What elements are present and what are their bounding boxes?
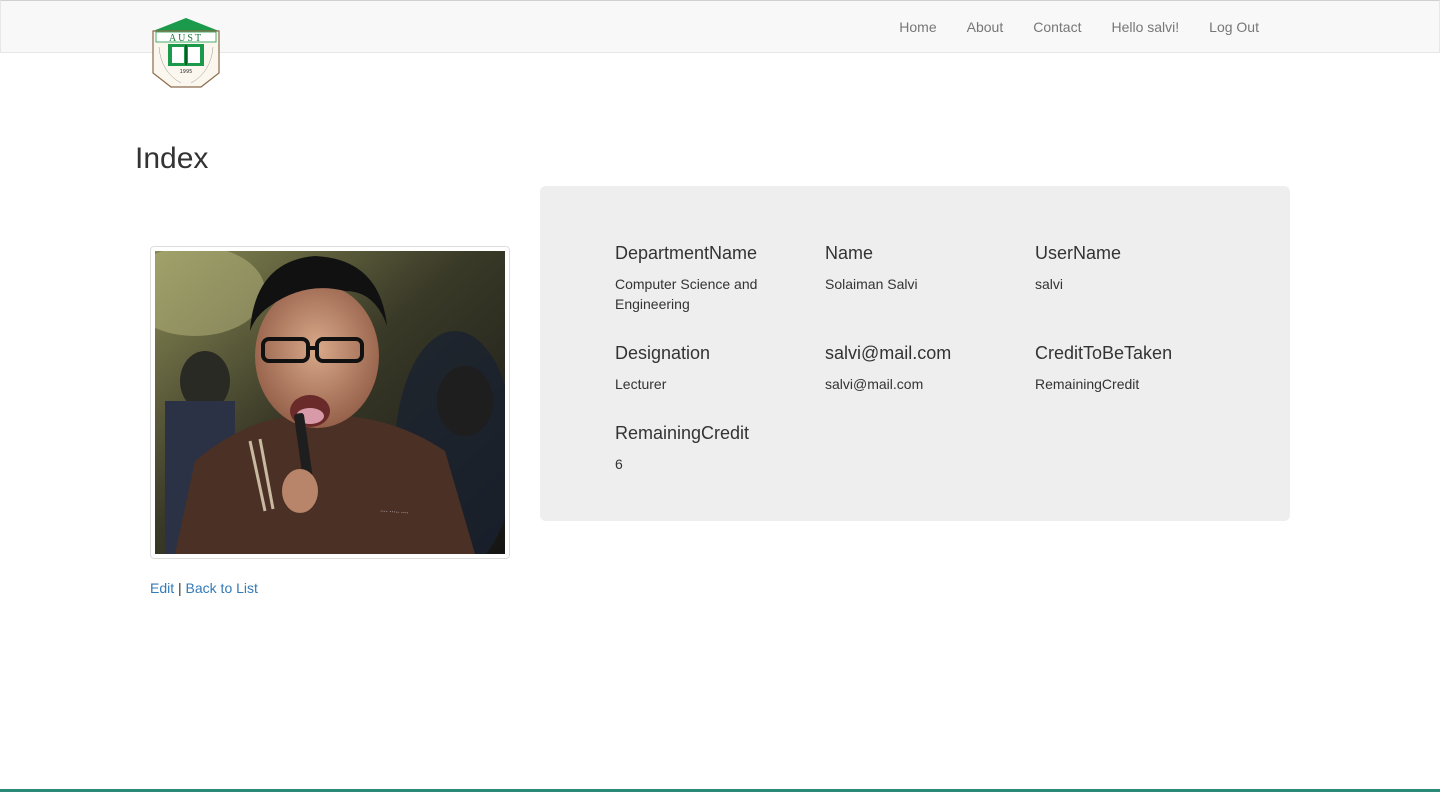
edit-link[interactable]: Edit bbox=[150, 580, 174, 596]
name-field: Name Solaiman Salvi bbox=[825, 243, 1025, 294]
username-field: UserName salvi bbox=[1035, 243, 1235, 294]
action-links: Edit | Back to List bbox=[150, 580, 258, 596]
name-value: Solaiman Salvi bbox=[825, 275, 918, 292]
credit-to-be-taken-field: CreditToBeTaken RemainingCredit bbox=[1035, 343, 1235, 394]
link-separator: | bbox=[178, 580, 182, 596]
nav-about-link[interactable]: About bbox=[952, 1, 1019, 54]
remaining-credit-label: RemainingCredit bbox=[615, 423, 750, 443]
department-value: Computer Science and Engineering bbox=[615, 275, 758, 312]
nav-menu: Home About Contact Hello salvi! Log Out bbox=[884, 1, 1274, 54]
back-to-list-link[interactable]: Back to List bbox=[186, 580, 258, 596]
nav-contact-link[interactable]: Contact bbox=[1018, 1, 1096, 54]
nav-home-link[interactable]: Home bbox=[884, 1, 951, 54]
remaining-credit-value: 6 bbox=[615, 455, 623, 472]
aust-logo[interactable]: AUST 1995 bbox=[151, 17, 221, 89]
email-value: salvi@mail.com bbox=[825, 375, 924, 392]
navbar: AUST 1995 Home About Contact Hello salvi… bbox=[0, 0, 1440, 88]
username-label: UserName bbox=[1035, 243, 1122, 263]
department-field: DepartmentName Computer Science and Engi… bbox=[615, 243, 815, 314]
page-title: Index bbox=[135, 142, 209, 175]
email-field: salvi@mail.com salvi@mail.com bbox=[825, 343, 1025, 394]
credit-to-be-taken-label: CreditToBeTaken bbox=[1035, 343, 1173, 363]
designation-value: Lecturer bbox=[615, 375, 667, 392]
username-value: salvi bbox=[1035, 275, 1064, 292]
nav-logout-link[interactable]: Log Out bbox=[1194, 1, 1274, 54]
credit-to-be-taken-value: RemainingCredit bbox=[1035, 375, 1140, 392]
department-label: DepartmentName bbox=[615, 243, 758, 263]
remaining-credit-field: RemainingCredit 6 bbox=[615, 423, 815, 474]
logo-year: 1995 bbox=[180, 69, 193, 75]
profile-photo: ···· ····· ···· bbox=[150, 246, 510, 559]
designation-label: Designation bbox=[615, 343, 711, 363]
profile-photo-image: ···· ····· ···· bbox=[155, 251, 505, 554]
email-label: salvi@mail.com bbox=[825, 343, 952, 363]
logo-text: AUST bbox=[169, 33, 203, 44]
nav-user-greeting-link[interactable]: Hello salvi! bbox=[1096, 1, 1194, 54]
designation-field: Designation Lecturer bbox=[615, 343, 815, 394]
details-panel: DepartmentName Computer Science and Engi… bbox=[540, 186, 1290, 521]
name-label: Name bbox=[825, 243, 874, 263]
